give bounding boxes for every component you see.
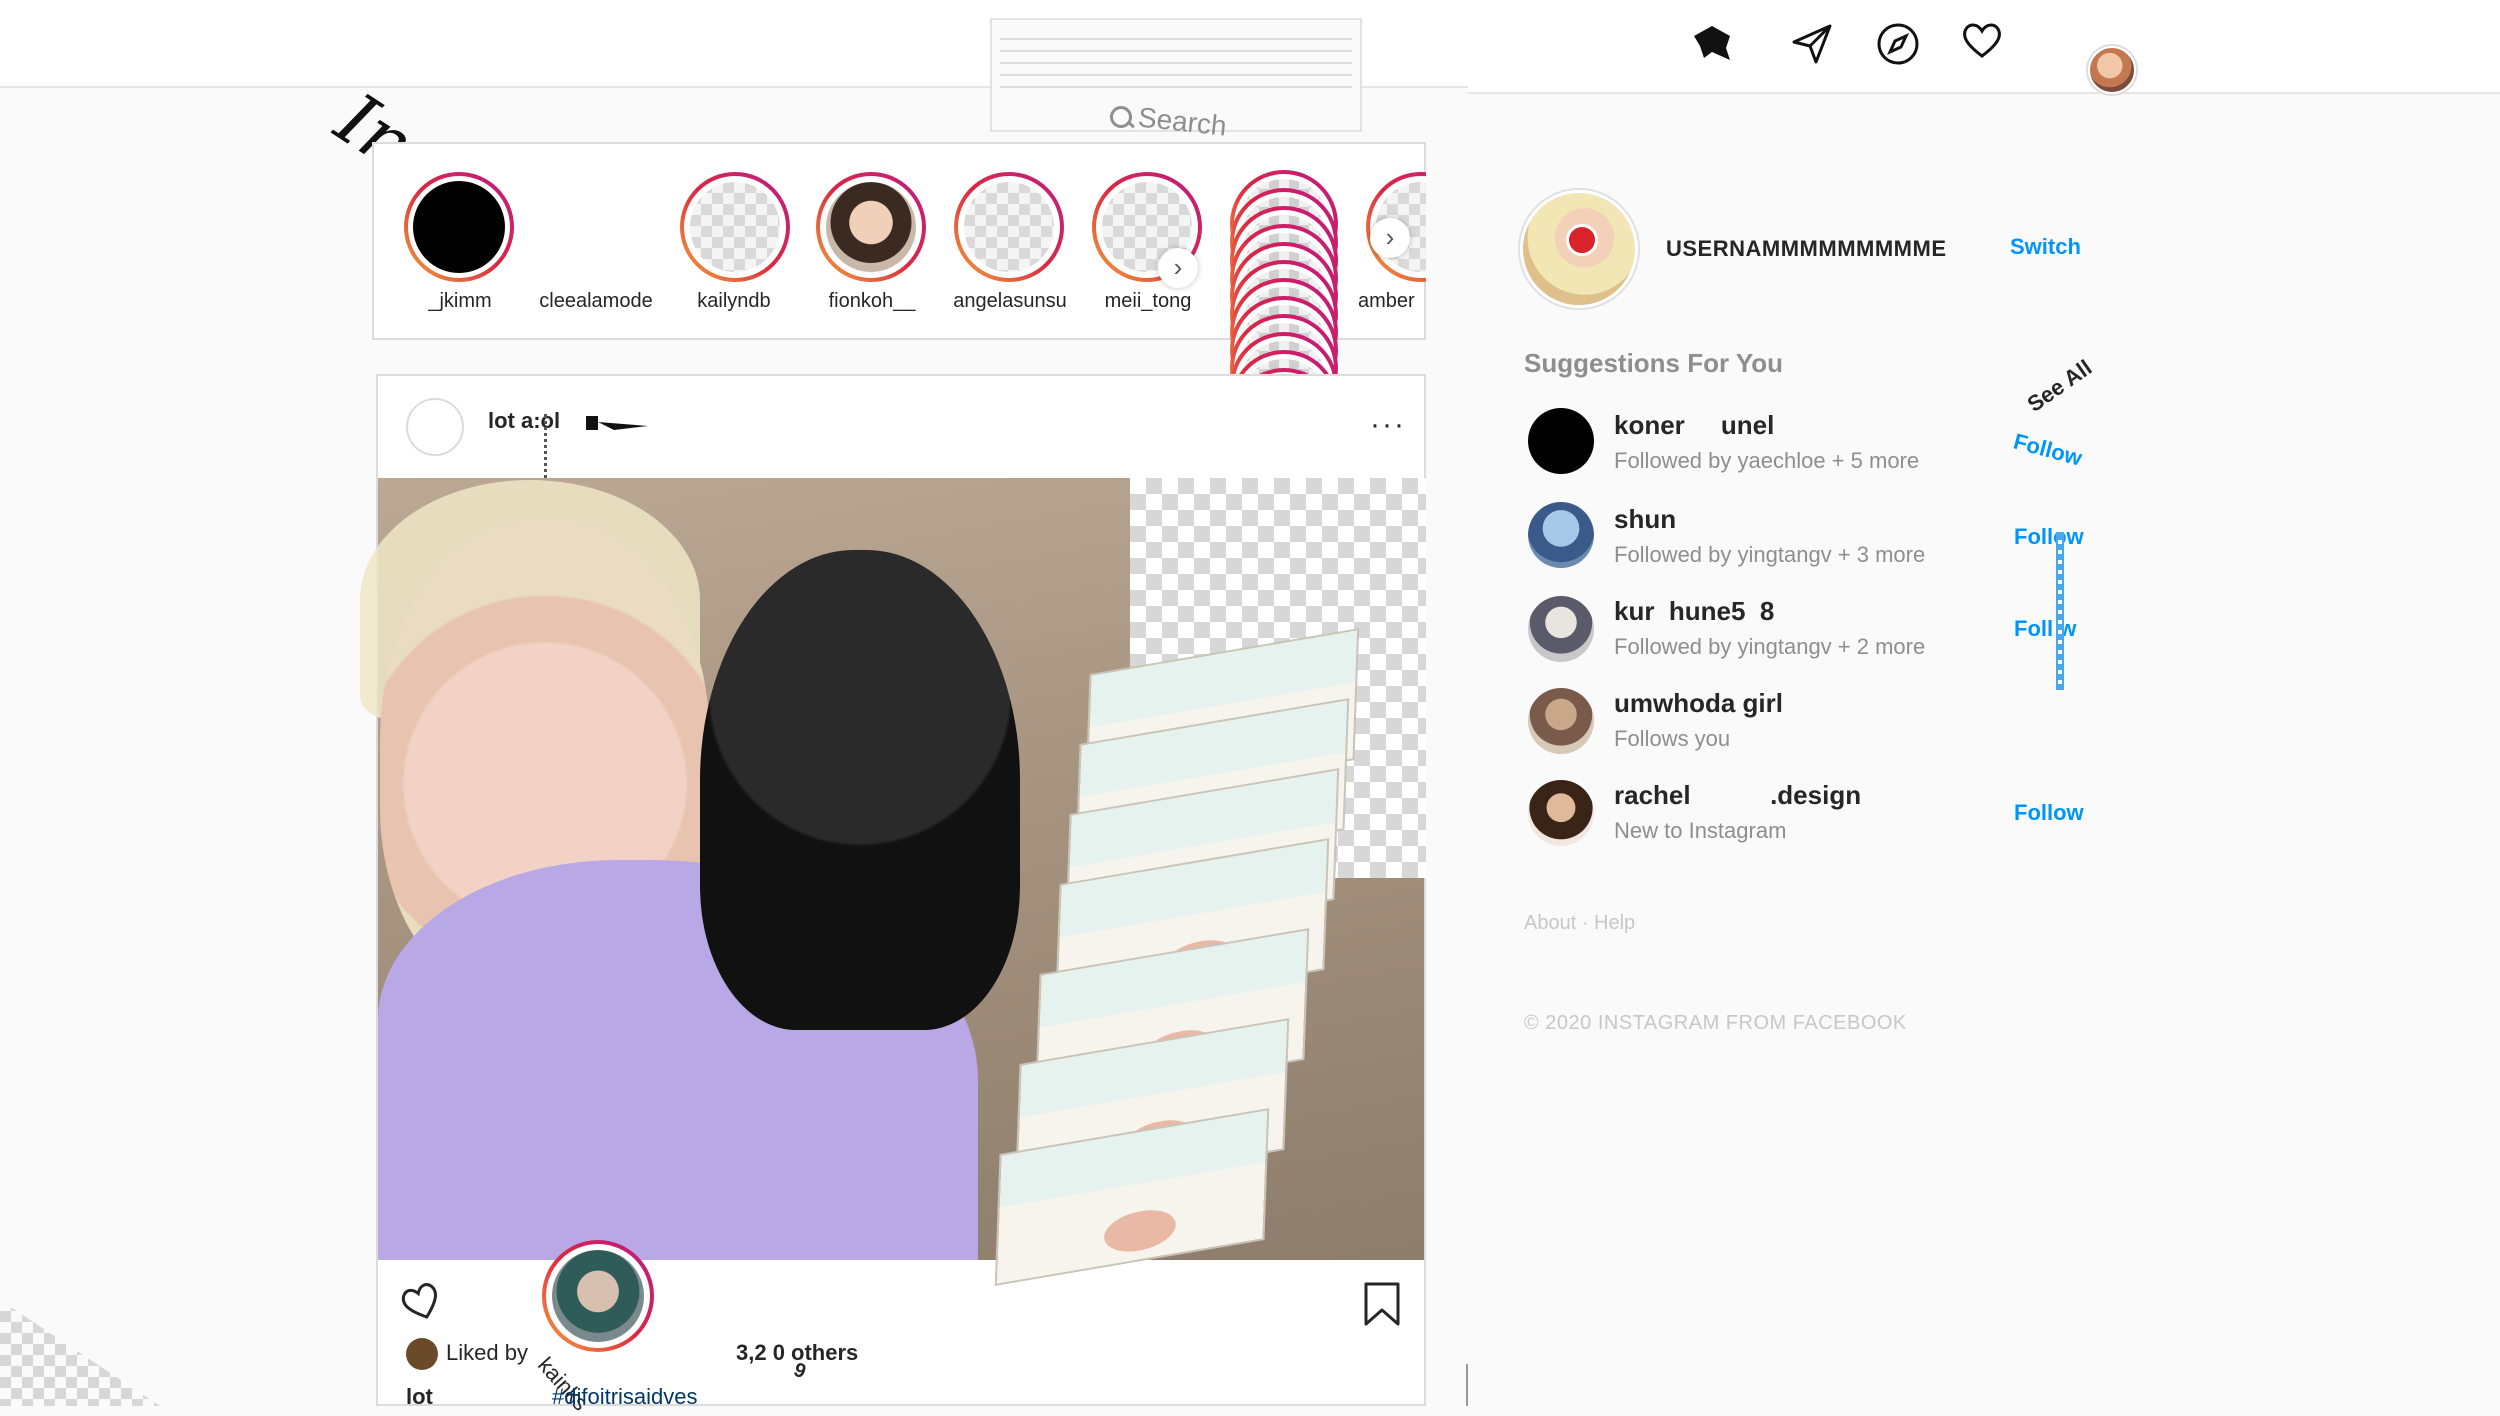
story-username: angelasunsu <box>953 290 1067 312</box>
story-item[interactable] <box>954 172 1064 282</box>
caption-hashtag[interactable]: #difoitrisaidves <box>552 1384 698 1410</box>
story-username: amber <box>1358 290 1415 312</box>
follow-button[interactable]: Follow <box>2014 524 2084 550</box>
follow-button[interactable]: Follow <box>2011 428 2085 471</box>
profile-avatar[interactable] <box>2088 46 2136 94</box>
suggestion-avatar[interactable] <box>1528 596 1594 662</box>
home-icon[interactable] <box>1686 18 1738 70</box>
scroll-indicator <box>1466 1364 1468 1406</box>
follow-button[interactable]: Follow <box>2014 800 2084 826</box>
current-user-avatar-badge <box>1566 224 1598 256</box>
suggestion-reason: Follows you <box>1614 726 1731 751</box>
suggestion-username[interactable]: kur hune5 8 <box>1614 596 1774 627</box>
search-icon <box>1110 106 1132 128</box>
story-username: kailyndb <box>697 290 771 312</box>
suggestion-username[interactable]: shun <box>1614 504 1676 535</box>
suggestion-avatar[interactable] <box>1528 780 1594 846</box>
switch-account-button[interactable]: Switch <box>2010 234 2081 260</box>
story-username: _jkimm <box>428 290 492 312</box>
explore-icon[interactable] <box>1872 18 1924 70</box>
story-username: fionkoh__ <box>828 290 916 312</box>
copyright-text: © 2020 INSTAGRAM FROM FACEBOOK <box>1524 1012 1907 1034</box>
stories-scroll-chevron-icon[interactable]: › <box>1370 218 1410 258</box>
suggestion-username[interactable]: koner unel <box>1614 410 1774 441</box>
story-avatar <box>826 182 916 272</box>
story-item[interactable] <box>680 172 790 282</box>
post-author-username[interactable]: lot a:ol <box>488 408 560 434</box>
post-author-avatar[interactable] <box>406 398 464 456</box>
stories-next-chevron-icon[interactable]: › <box>1158 248 1198 288</box>
photo-dog <box>700 550 1020 1030</box>
story-item[interactable] <box>816 172 926 282</box>
follow-button[interactable]: Foll w <box>2014 616 2076 642</box>
current-user-username[interactable]: USERNAMMMMMMMMME <box>1666 236 1947 262</box>
liked-by-avatar[interactable] <box>406 1338 438 1370</box>
story-username[interactable]: cleealamode <box>526 290 666 313</box>
post-header-glitch-icon <box>584 414 650 432</box>
suggestion-avatar[interactable] <box>1528 408 1594 474</box>
caption-username[interactable]: lot <box>406 1384 433 1410</box>
liked-by-label: Liked by <box>446 1340 528 1365</box>
story-avatar <box>413 181 505 273</box>
suggestion-reason: Followed by yingtangv + 2 more <box>1614 634 1926 659</box>
decorative-checker-corner <box>0 1300 160 1406</box>
suggestion-avatar[interactable] <box>1528 688 1594 754</box>
liked-by-story-avatar[interactable] <box>542 1240 654 1352</box>
footer-links[interactable]: About · Help <box>1524 912 1635 935</box>
glitch-follow-bar <box>2056 532 2064 690</box>
story-item[interactable] <box>404 172 514 282</box>
like-heart-icon[interactable] <box>398 1278 444 1324</box>
direct-icon[interactable] <box>1786 18 1838 70</box>
suggestion-username[interactable]: umwhoda girl <box>1614 688 1783 719</box>
bookmark-icon[interactable] <box>1362 1280 1402 1328</box>
see-all-link[interactable]: See All <box>2023 355 2097 418</box>
suggestion-reason: New to Instagram <box>1614 818 1787 843</box>
suggestion-username[interactable]: rachel .design <box>1614 780 1861 811</box>
search-glitch-lines <box>1000 28 1352 88</box>
activity-heart-icon[interactable] <box>1956 14 2008 66</box>
suggestion-avatar[interactable] <box>1528 502 1594 568</box>
story-avatar <box>690 182 780 272</box>
suggestions-title: Suggestions For You <box>1524 348 1784 378</box>
story-avatar <box>964 182 1054 272</box>
suggestion-reason: Followed by yaechloe + 5 more <box>1614 448 1920 473</box>
story-username: meii_tong <box>1104 290 1192 312</box>
post-more-options-icon[interactable]: ··· <box>1370 408 1406 442</box>
suggestion-reason: Followed by yingtangv + 3 more <box>1614 542 1926 567</box>
